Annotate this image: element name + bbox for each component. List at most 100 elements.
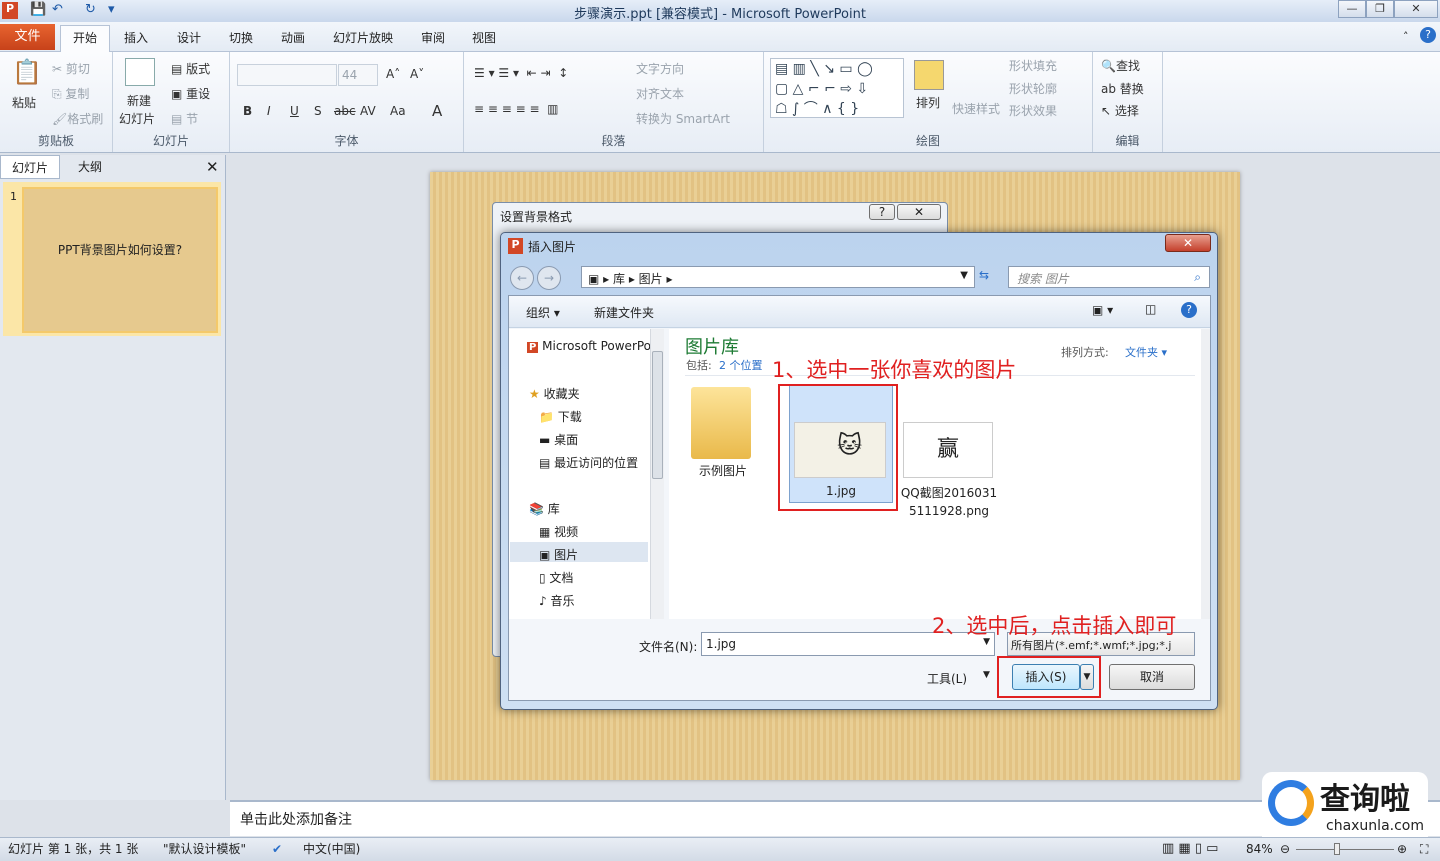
arrange-button[interactable]: 排列 bbox=[916, 94, 940, 111]
view-buttons[interactable]: ▥ ▦ ▯ ▭ bbox=[1162, 838, 1218, 860]
copy-button[interactable]: ⎘ 复制 bbox=[52, 85, 89, 102]
font-size-input[interactable]: 44 bbox=[338, 64, 378, 86]
file-item-sample[interactable]: 示例图片 bbox=[699, 462, 747, 479]
notes-pane[interactable]: 单击此处添加备注 bbox=[230, 800, 1440, 836]
close-button[interactable]: ✕ bbox=[1165, 234, 1211, 252]
search-icon[interactable]: ⌕ bbox=[1194, 270, 1201, 285]
nav-recent[interactable]: ▤ 最近访问的位置 bbox=[539, 454, 638, 471]
shape-effects-button[interactable]: 形状效果 bbox=[1009, 102, 1057, 119]
nav-powerpoint[interactable]: P Microsoft PowerPoint bbox=[527, 339, 651, 353]
tab-view[interactable]: 视图 bbox=[472, 29, 496, 46]
underline-button[interactable]: U bbox=[290, 104, 299, 118]
nav-downloads[interactable]: 📁 下载 bbox=[539, 408, 582, 425]
italic-button[interactable]: I bbox=[267, 104, 271, 118]
sort-dropdown[interactable]: 文件夹 ▾ bbox=[1125, 344, 1167, 360]
char-spacing-button[interactable]: AV bbox=[360, 104, 376, 118]
forward-button[interactable]: → bbox=[537, 266, 561, 290]
image-thumbnail-qq[interactable]: 赢 bbox=[903, 422, 993, 478]
strikethrough-button[interactable]: abc bbox=[334, 104, 356, 118]
tab-animations[interactable]: 动画 bbox=[281, 29, 305, 46]
preview-pane-icon[interactable]: ◫ bbox=[1145, 302, 1156, 316]
nav-libraries[interactable]: 📚 库 bbox=[529, 500, 560, 517]
tab-slides[interactable]: 幻灯片 bbox=[0, 155, 60, 179]
new-slide-button[interactable]: 新建 bbox=[127, 92, 151, 109]
tab-home[interactable]: 开始 bbox=[60, 25, 110, 53]
tab-review[interactable]: 审阅 bbox=[421, 29, 445, 46]
shapes-gallery[interactable]: ▤ ▥ ╲ ↘ ▭ ◯ ▢ △ ⌐ ⌐ ⇨ ⇩ ☖ ∫ ⌒ ∧ { } bbox=[770, 58, 904, 118]
find-button[interactable]: 🔍查找 bbox=[1101, 57, 1140, 74]
address-dropdown-icon[interactable]: ▼ bbox=[960, 270, 968, 281]
minimize-button[interactable]: — bbox=[1338, 0, 1366, 18]
refresh-icon[interactable]: ⇆ bbox=[979, 268, 989, 282]
grow-font-button[interactable]: A˄ bbox=[386, 67, 400, 81]
help-icon[interactable]: ? bbox=[1420, 27, 1436, 43]
align-text-button[interactable]: 对齐文本 bbox=[636, 85, 684, 102]
file-scrollbar[interactable] bbox=[1201, 329, 1210, 619]
tab-file[interactable]: 文件 bbox=[0, 24, 55, 50]
breadcrumb-library[interactable]: 库 bbox=[613, 272, 625, 286]
change-case-button[interactable]: Aa bbox=[390, 104, 406, 118]
align-icons[interactable]: ≡ ≡ ≡ ≡ ≡ ▥ bbox=[474, 102, 559, 116]
nav-pictures[interactable]: ▣ 图片 bbox=[539, 546, 578, 563]
tools-dropdown[interactable]: 工具(L) bbox=[927, 670, 967, 687]
nav-videos[interactable]: ▦ 视频 bbox=[539, 523, 578, 540]
scroll-thumb[interactable] bbox=[652, 351, 663, 479]
format-painter-button[interactable]: 🖌格式刷 bbox=[52, 110, 103, 127]
reset-button[interactable]: ▣ 重设 bbox=[171, 85, 210, 102]
close-pane-icon[interactable]: ✕ bbox=[206, 158, 219, 176]
address-bar[interactable]: ▣ ▸ 库 ▸ 图片 ▸ ▼ bbox=[581, 266, 975, 288]
shrink-font-button[interactable]: A˅ bbox=[410, 67, 424, 81]
quick-styles-button[interactable]: 快速样式 bbox=[952, 100, 1000, 117]
font-color-button[interactable]: A bbox=[432, 102, 442, 120]
close-button[interactable]: ✕ bbox=[897, 204, 941, 220]
minimize-ribbon-icon[interactable]: ˄ bbox=[1403, 30, 1409, 43]
nav-desktop[interactable]: ▬ 桌面 bbox=[539, 431, 578, 448]
layout-button[interactable]: ▤ 版式 bbox=[171, 60, 210, 77]
convert-smartart-button[interactable]: 转换为 SmartArt bbox=[636, 110, 730, 127]
tab-insert[interactable]: 插入 bbox=[124, 29, 148, 46]
new-folder-button[interactable]: 新建文件夹 bbox=[594, 304, 654, 321]
shape-outline-button[interactable]: 形状轮廓 bbox=[1009, 80, 1057, 97]
slide-thumbnail[interactable]: PPT背景图片如何设置? bbox=[22, 187, 218, 333]
spellcheck-icon[interactable]: ✔ bbox=[272, 838, 282, 860]
nav-scrollbar[interactable] bbox=[650, 329, 664, 619]
help-icon[interactable]: ? bbox=[1181, 302, 1197, 318]
organize-button[interactable]: 组织 ▾ bbox=[526, 304, 560, 321]
replace-button[interactable]: ab 替换 bbox=[1101, 80, 1144, 97]
theme-name[interactable]: "默认设计模板" bbox=[163, 838, 246, 860]
tab-design[interactable]: 设计 bbox=[177, 29, 201, 46]
text-direction-button[interactable]: 文字方向 bbox=[636, 60, 684, 77]
shape-fill-button[interactable]: 形状填充 bbox=[1009, 57, 1057, 74]
restore-button[interactable]: ❐ bbox=[1366, 0, 1394, 18]
nav-favorites[interactable]: ★ 收藏夹 bbox=[529, 385, 580, 402]
breadcrumb-pictures[interactable]: 图片 bbox=[639, 272, 663, 286]
nav-music[interactable]: ♪ 音乐 bbox=[539, 592, 575, 609]
tools-chevron-icon[interactable]: ▼ bbox=[983, 670, 990, 680]
select-button[interactable]: ↖ 选择 bbox=[1101, 102, 1139, 119]
bold-button[interactable]: B bbox=[243, 104, 252, 118]
change-view-icon[interactable]: ▣ ▾ bbox=[1092, 303, 1113, 317]
help-button[interactable]: ? bbox=[869, 204, 895, 220]
search-input[interactable]: 搜索 图片 ⌕ bbox=[1008, 266, 1210, 288]
zoom-slider[interactable] bbox=[1296, 849, 1394, 850]
close-button[interactable]: ✕ bbox=[1394, 0, 1438, 18]
fit-window-icon[interactable]: ⛶ bbox=[1420, 838, 1428, 860]
tab-slideshow[interactable]: 幻灯片放映 bbox=[333, 29, 393, 46]
tab-outline[interactable]: 大纲 bbox=[60, 155, 120, 179]
cancel-button[interactable]: 取消 bbox=[1109, 664, 1195, 690]
locations-link[interactable]: 2 个位置 bbox=[719, 357, 763, 373]
cut-button[interactable]: ✂ 剪切 bbox=[52, 60, 90, 77]
zoom-level[interactable]: 84% bbox=[1246, 838, 1273, 860]
back-button[interactable]: ← bbox=[510, 266, 534, 290]
language[interactable]: 中文(中国) bbox=[303, 838, 360, 860]
zoom-slider-thumb[interactable] bbox=[1334, 843, 1340, 855]
zoom-in-icon[interactable]: ⊕ bbox=[1397, 838, 1407, 860]
new-slide-dropdown[interactable]: 幻灯片 bbox=[119, 110, 155, 127]
font-name-input[interactable] bbox=[237, 64, 337, 86]
shadow-button[interactable]: S bbox=[314, 104, 322, 118]
file-item-qq[interactable]: QQ截图20160315111928.png bbox=[899, 484, 999, 520]
section-button[interactable]: ▤ 节 bbox=[171, 110, 198, 127]
zoom-out-icon[interactable]: ⊖ bbox=[1280, 838, 1290, 860]
paste-button[interactable]: 粘贴 bbox=[12, 94, 36, 111]
nav-documents[interactable]: ▯ 文档 bbox=[539, 569, 573, 586]
